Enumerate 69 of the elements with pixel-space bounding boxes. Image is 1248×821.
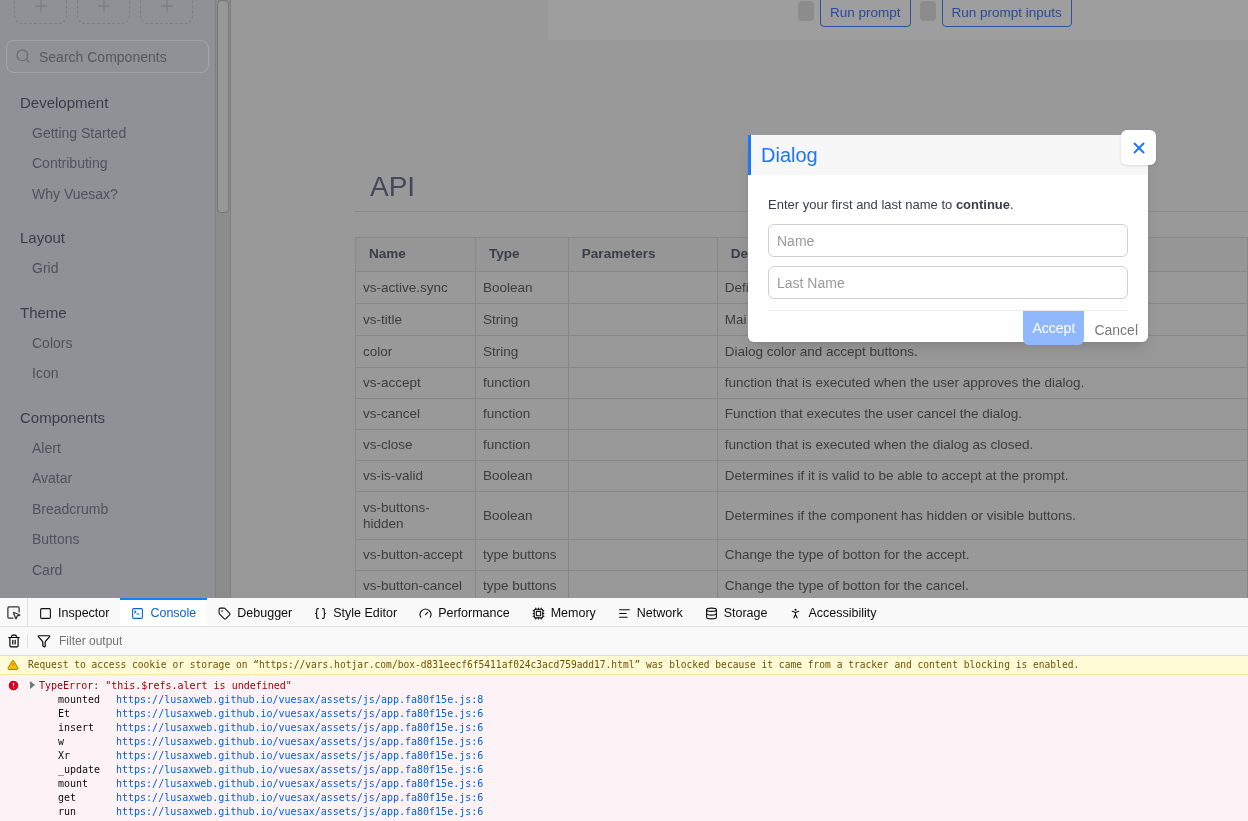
run-button[interactable]: Run prompt <box>820 0 911 27</box>
stack-function: mounted <box>58 692 102 707</box>
section-heading: Layout <box>19 228 67 249</box>
stack-link[interactable]: https://lusaxweb.github.io/vuesax/assets/js/app.fa80f15e.js:8 <box>116 691 484 707</box>
stack-function: get <box>58 790 78 805</box>
table-cell: Determines if the component has hidden or visible buttons. <box>717 491 1248 540</box>
table-cell: color <box>355 335 476 368</box>
table-cell: type buttons <box>475 539 569 571</box>
stack-function: Et <box>58 706 72 721</box>
devtools-tab[interactable]: Style Editor <box>303 598 409 626</box>
table-cell: Boolean <box>475 271 569 304</box>
table-cell: vs-button-accept <box>355 539 476 571</box>
table-cell: vs-title <box>355 303 476 336</box>
devtools-tab[interactable]: Network <box>606 598 694 626</box>
stack-link[interactable]: https://lusaxweb.github.io/vuesax/assets/js/app.fa80f15e.js:6 <box>116 705 484 721</box>
table-cell: function that is executed when the dialog as closed. <box>717 429 1248 461</box>
stack-function: _update <box>58 762 102 777</box>
table-cell: vs-close <box>355 429 476 461</box>
table-cell: Boolean <box>475 491 569 540</box>
column-header: Name <box>355 237 476 272</box>
stack-function: insert <box>58 720 96 735</box>
search-field[interactable]: Search Components <box>6 40 209 73</box>
stack-function: Xr <box>58 748 72 763</box>
stack-link[interactable]: https://lusaxweb.github.io/vuesax/assets/js/app.fa80f15e.js:6 <box>116 761 484 777</box>
table-cell: vs-active.sync <box>355 271 476 304</box>
table-cell: vs-accept <box>355 367 476 399</box>
table-cell: function <box>475 367 569 399</box>
devtools-tab[interactable]: Memory <box>520 598 607 626</box>
run-button[interactable]: Run prompt inputs <box>941 0 1072 27</box>
devtools-tab[interactable]: Debugger <box>207 598 304 626</box>
section-heading: Development <box>19 92 110 113</box>
devtools-tab[interactable]: Inspector <box>28 598 121 626</box>
table-cell: vs-cancel <box>355 398 476 430</box>
stack-link[interactable]: https://lusaxweb.github.io/vuesax/assets/js/app.fa80f15e.js:6 <box>116 789 484 805</box>
devtools-tab[interactable]: Console <box>120 598 208 626</box>
stack-function: run <box>58 804 78 819</box>
stack-link[interactable]: https://lusaxweb.github.io/vuesax/assets/js/app.fa80f15e.js:6 <box>116 747 484 763</box>
table-cell: Determines if it is valid to be able to accept at the prompt. <box>717 460 1248 492</box>
stack-function: w <box>58 734 66 749</box>
table-cell: Change the type of botton for the accept. <box>717 539 1248 571</box>
dialog-title: Dialog <box>761 143 818 168</box>
stack-link[interactable]: https://lusaxweb.github.io/vuesax/assets/js/app.fa80f15e.js:6 <box>116 775 484 791</box>
stack-function: mount <box>58 776 90 791</box>
table-cell: String <box>475 303 569 336</box>
stack-link[interactable]: https://lusaxweb.github.io/vuesax/assets/js/app.fa80f15e.js:6 <box>116 803 484 819</box>
warning-message: Request to access cookie or storage on “https://vars.hotjar.com/box-d831eecf6f5411af024c3acd759add17.html” was blocked because it came from a tracker and content blocking is enabled. <box>28 657 1080 672</box>
column-header: Type <box>475 237 569 272</box>
stack-link[interactable]: https://lusaxweb.github.io/vuesax/assets/js/app.fa80f15e.js:6 <box>116 733 484 749</box>
table-cell: function <box>475 398 569 430</box>
table-cell: Boolean <box>475 460 569 492</box>
filter-field[interactable]: Filter output <box>59 632 459 650</box>
table-cell: String <box>475 335 569 368</box>
text-field[interactable]: Name <box>768 224 1128 257</box>
devtools-tab[interactable]: Accessibility <box>778 598 888 626</box>
stack-link[interactable]: https://lusaxweb.github.io/vuesax/assets/js/app.fa80f15e.js:6 <box>116 719 484 735</box>
devtools-tab[interactable]: Performance <box>408 598 521 626</box>
table-cell: vs-buttons-hidden <box>355 491 476 540</box>
column-header: Parameters <box>568 237 718 272</box>
table-cell: Function that executes the user cancel the dialog. <box>717 398 1248 430</box>
table-cell: vs-is-valid <box>355 460 476 492</box>
dialog-message: Enter your first and last name to continue. <box>768 196 1015 214</box>
table-cell: function that is executed when the user approves the dialog. <box>717 367 1248 399</box>
section-heading: Components <box>19 407 107 428</box>
devtools-tab[interactable]: Storage <box>693 598 779 626</box>
table-cell: function <box>475 429 569 461</box>
section-heading: Theme <box>19 302 68 323</box>
error-message: TypeError: "this.$refs.alert is undefined" <box>39 678 292 693</box>
section-title: API <box>370 170 416 204</box>
text-field[interactable]: Last Name <box>768 266 1128 299</box>
